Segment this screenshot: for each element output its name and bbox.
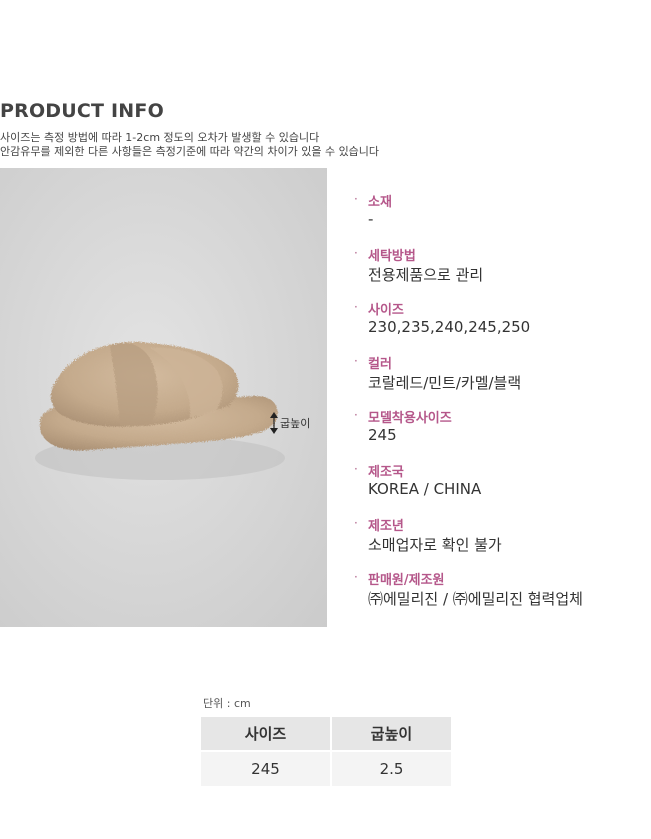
spec-label: 소재 — [368, 195, 392, 210]
bullet: · — [354, 516, 358, 530]
cell-size: 245 — [201, 750, 332, 786]
spec-value: 230,235,240,245,250 — [368, 318, 531, 336]
bullet: · — [354, 300, 358, 314]
header-heel-height: 굽높이 — [331, 717, 451, 751]
bullet: · — [354, 570, 358, 584]
header-size: 사이즈 — [201, 717, 332, 751]
unit-label: 단위 : cm — [203, 697, 251, 710]
spec-value: 소매업자로 확인 불가 — [368, 536, 502, 554]
size-note-1: 사이즈는 측정 방법에 따라 1-2cm 정도의 오차가 발생할 수 있습니다 — [0, 131, 320, 144]
bullet: · — [354, 246, 358, 260]
spec-label: 제조국 — [368, 465, 404, 480]
size-notes: 사이즈는 측정 방법에 따라 1-2cm 정도의 오차가 발생할 수 있습니다 … — [0, 131, 379, 159]
table-header-row: 사이즈 굽높이 — [201, 717, 451, 751]
spec-value: KOREA / CHINA — [368, 480, 482, 498]
bullet: · — [354, 192, 358, 206]
size-note-2: 안감유무를 제외한 다른 사항들은 측정기준에 따라 약간의 차이가 있을 수 … — [0, 145, 380, 158]
heel-height-label: 굽높이 — [280, 417, 311, 430]
page-title: PRODUCT INFO — [0, 100, 164, 122]
spec-label: 세탁방법 — [368, 249, 416, 264]
spec-label: 제조년 — [368, 519, 404, 534]
table-row: 245 2.5 — [201, 750, 451, 786]
cell-heel-height: 2.5 — [331, 750, 451, 786]
spec-label: 컬러 — [368, 357, 392, 372]
spec-value: 245 — [368, 426, 397, 444]
slipper-illustration — [35, 342, 285, 480]
spec-value: 전용제품으로 관리 — [368, 266, 484, 284]
bullet: · — [354, 354, 358, 368]
bullet: · — [354, 408, 358, 422]
spec-value: - — [368, 210, 374, 228]
spec-label: 사이즈 — [368, 303, 404, 318]
spec-value: ㈜에밀리진 / ㈜에밀리진 협력업체 — [368, 590, 583, 608]
spec-label: 판매원/제조원 — [368, 573, 445, 588]
size-table: 사이즈 굽높이 245 2.5 — [201, 717, 451, 786]
spec-value: 코랄레드/민트/카멜/블랙 — [368, 374, 522, 392]
product-photo — [0, 168, 327, 627]
bullet: · — [354, 462, 358, 476]
spec-label: 모델착용사이즈 — [368, 411, 452, 426]
